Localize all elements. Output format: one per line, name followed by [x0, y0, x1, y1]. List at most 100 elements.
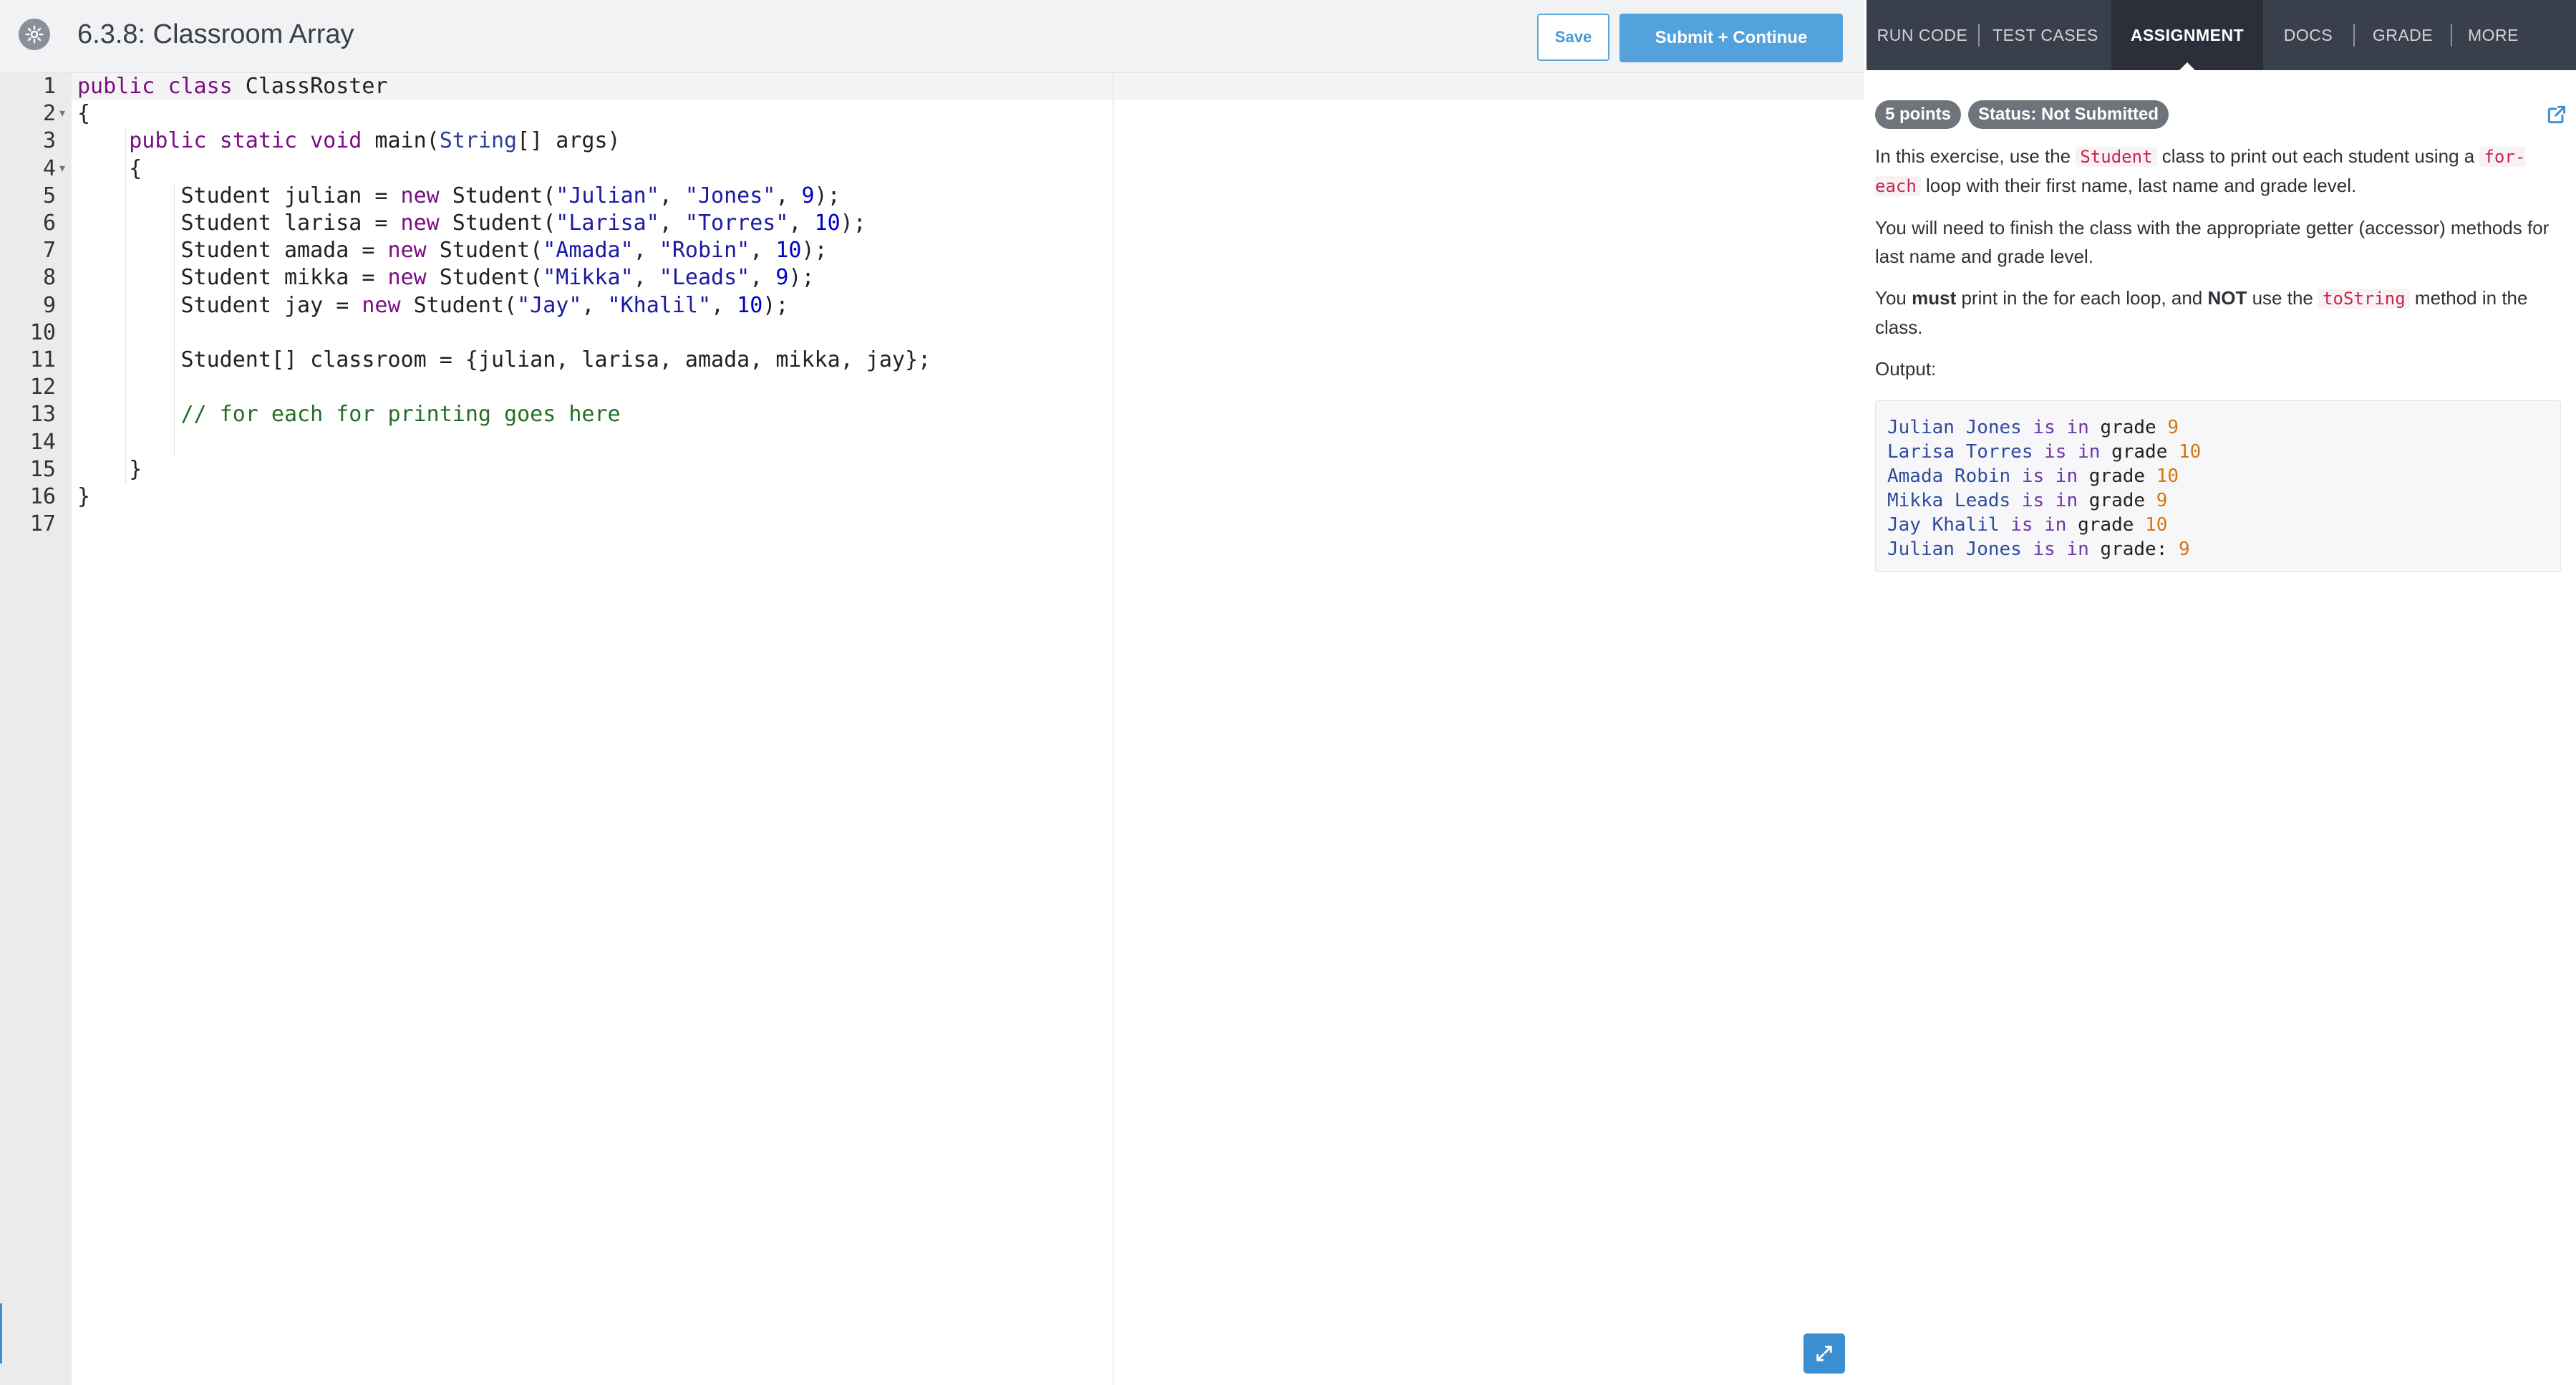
- code-line: Student julian = new Student("Julian", "…: [77, 183, 841, 210]
- code-token: {: [77, 156, 142, 181]
- expected-output-box: Julian Jones is in grade 9Larisa Torres …: [1875, 400, 2561, 572]
- output-label: Output:: [1875, 354, 2568, 383]
- code-line: // for each for printing goes here: [77, 401, 621, 428]
- code-line: public static void main(String[] args): [77, 127, 621, 155]
- code-token: Student[] classroom = {julian, larisa, a…: [77, 347, 931, 372]
- code-token: "Khalil": [608, 293, 712, 318]
- points-badge: 5 points: [1875, 100, 1961, 129]
- code-token: ClassRoster: [233, 74, 388, 99]
- code-token: ,: [775, 183, 801, 208]
- output-token: Mikka Leads: [1887, 490, 2022, 511]
- line-number: 9: [0, 292, 56, 319]
- code-token: void: [310, 128, 362, 153]
- tab-grade[interactable]: GRADE: [2355, 0, 2451, 70]
- code-token: Student(: [427, 238, 543, 263]
- output-token: grade: [2078, 490, 2156, 511]
- output-token: 9: [2167, 417, 2179, 438]
- code-token: 9: [801, 183, 814, 208]
- code-line: public class ClassRoster: [77, 73, 388, 100]
- code-token: Student amada =: [77, 238, 387, 263]
- output-line: Amada Robin is in grade 10: [1887, 464, 2549, 488]
- fold-arrow-icon[interactable]: ▾: [59, 155, 68, 183]
- code-token: ,: [634, 265, 659, 290]
- gear-icon[interactable]: [19, 19, 50, 50]
- code-token: [297, 128, 310, 153]
- code-token: ,: [659, 211, 685, 236]
- code-token: Student mikka =: [77, 265, 387, 290]
- external-link-icon[interactable]: [2545, 103, 2568, 126]
- right-panel: RUN CODE TEST CASES ASSIGNMENT DOCS GRAD…: [1866, 0, 2576, 1385]
- line-number: 12: [0, 374, 56, 401]
- code-editor[interactable]: public class ClassRoster{ public static …: [72, 73, 1864, 1385]
- code-token: ,: [711, 293, 737, 318]
- code-token: 9: [775, 265, 788, 290]
- output-token: Amada Robin: [1887, 465, 2022, 487]
- code-token: }: [77, 457, 142, 482]
- line-number: 4: [0, 155, 56, 183]
- code-token: );: [788, 265, 814, 290]
- line-number-gutter: 12▾34▾567891011121314151617: [0, 73, 72, 1385]
- instructions-text: In this exercise, use the: [1875, 145, 2076, 167]
- code-token: [155, 74, 168, 99]
- save-button[interactable]: Save: [1537, 14, 1609, 61]
- emphasis-must: must: [1912, 287, 1956, 309]
- code-token: class: [168, 74, 232, 99]
- tab-docs[interactable]: DOCS: [2263, 0, 2353, 70]
- tab-run-code[interactable]: RUN CODE: [1866, 0, 1978, 70]
- code-token: "Amada": [543, 238, 633, 263]
- code-token: ,: [788, 211, 814, 236]
- tab-more[interactable]: MORE: [2452, 0, 2534, 70]
- output-token: is in: [2010, 514, 2066, 536]
- code-token: new: [401, 211, 440, 236]
- emphasis-not: NOT: [2207, 287, 2247, 309]
- output-line: Mikka Leads is in grade 9: [1887, 488, 2549, 513]
- output-token: 10: [2179, 441, 2201, 463]
- code-token: public: [129, 128, 206, 153]
- inline-code-student: Student: [2076, 147, 2156, 167]
- editor-header: 6.3.8: Classroom Array Save Submit + Con…: [0, 0, 1864, 73]
- tab-assignment[interactable]: ASSIGNMENT: [2111, 0, 2263, 70]
- fold-arrow-icon[interactable]: ▾: [59, 100, 68, 127]
- code-token: [77, 402, 181, 427]
- code-token: );: [815, 183, 841, 208]
- code-token: {: [77, 101, 90, 126]
- code-token: ,: [659, 183, 685, 208]
- line-number: 8: [0, 264, 56, 291]
- code-token: "Leads": [659, 265, 750, 290]
- output-line: Julian Jones is in grade: 9: [1887, 537, 2549, 561]
- expand-arrows-icon[interactable]: [1803, 1333, 1845, 1374]
- indent-guide: [125, 127, 126, 483]
- instructions-text: use the: [2247, 287, 2318, 309]
- code-token: "Robin": [659, 238, 750, 263]
- indent-guide: [174, 183, 175, 456]
- code-token: "Larisa": [556, 211, 659, 236]
- code-token: "Jones": [685, 183, 775, 208]
- output-token: grade: [2100, 441, 2179, 463]
- output-line: Julian Jones is in grade 9: [1887, 415, 2549, 440]
- line-number: 6: [0, 210, 56, 237]
- panel-tabs: RUN CODE TEST CASES ASSIGNMENT DOCS GRAD…: [1866, 0, 2576, 70]
- code-token: new: [362, 293, 400, 318]
- code-token: main(: [362, 128, 439, 153]
- code-token: ,: [581, 293, 607, 318]
- line-number: 2: [0, 100, 56, 127]
- tab-test-cases[interactable]: TEST CASES: [1980, 0, 2111, 70]
- status-badge: Status: Not Submitted: [1968, 100, 2169, 129]
- code-token: 10: [815, 211, 841, 236]
- code-token: ,: [634, 238, 659, 263]
- output-token: is in: [2033, 417, 2089, 438]
- code-token: "Torres": [685, 211, 789, 236]
- code-token: Student(: [440, 211, 556, 236]
- instructions-text: loop with their first name, last name an…: [1921, 175, 2356, 196]
- output-token: grade: [2089, 417, 2168, 438]
- code-token: ,: [750, 265, 775, 290]
- output-token: Jay Khalil: [1887, 514, 2010, 536]
- code-token: [207, 128, 220, 153]
- code-line: }: [77, 456, 142, 483]
- code-line: Student amada = new Student("Amada", "Ro…: [77, 237, 828, 264]
- code-token: 10: [775, 238, 801, 263]
- submit-continue-button[interactable]: Submit + Continue: [1619, 14, 1843, 62]
- code-line: {: [77, 155, 142, 183]
- code-token: "Mikka": [543, 265, 633, 290]
- line-number: 1: [0, 73, 56, 100]
